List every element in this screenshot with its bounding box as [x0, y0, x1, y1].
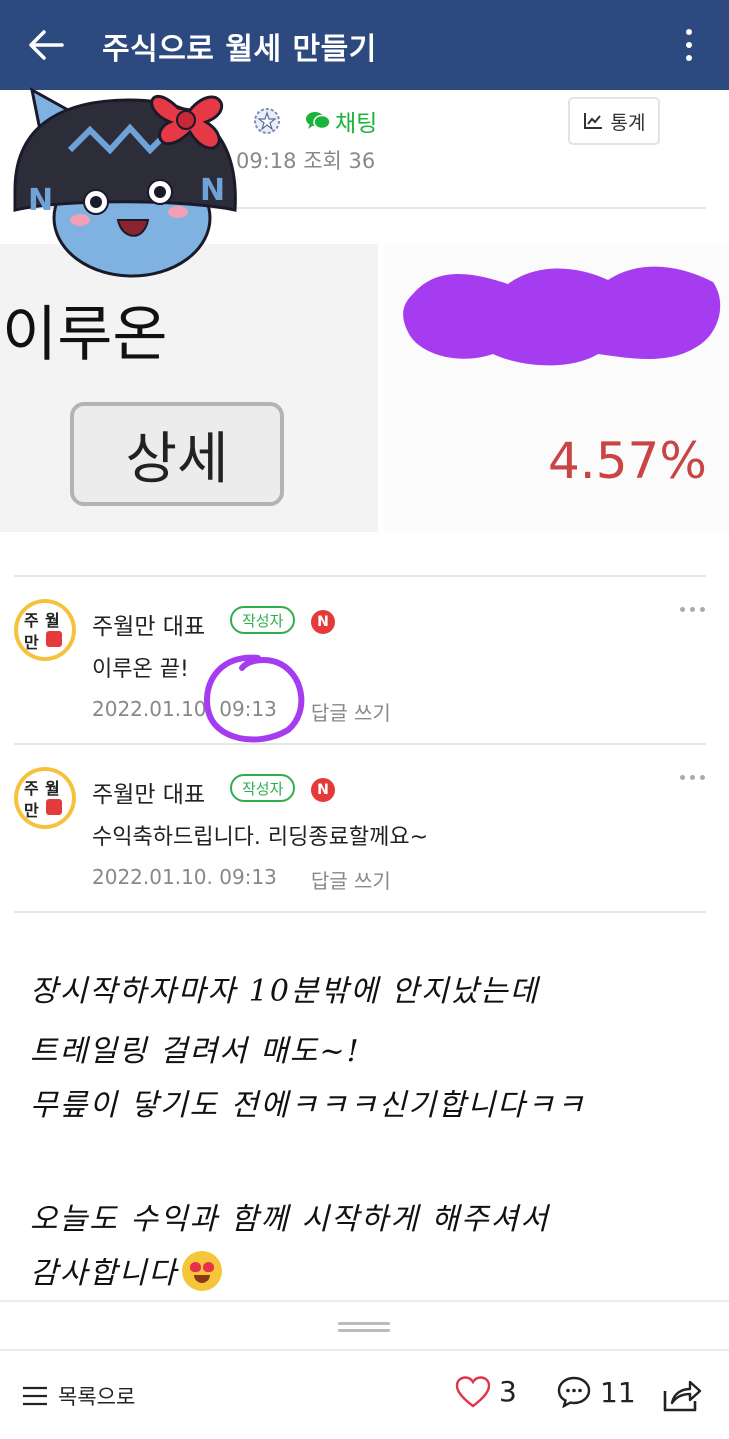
avatar[interactable]: 주 월 만 [14, 599, 76, 661]
comment-more-button[interactable] [680, 607, 705, 612]
back-button[interactable] [22, 24, 70, 66]
arrow-left-icon [29, 30, 64, 60]
note-line: 트레일링 걸려서 매도~! [30, 1034, 361, 1069]
reply-link[interactable]: 답글 쓰기 [311, 697, 391, 726]
share-button[interactable] [662, 1377, 702, 1417]
back-to-list-button[interactable]: 목록으로 [22, 1381, 135, 1411]
stats-label: 통계 [610, 111, 646, 134]
like-button[interactable]: 3 [455, 1375, 517, 1408]
chat-link[interactable]: 채팅 [305, 104, 377, 138]
chart-line-icon [583, 113, 602, 129]
comment-text: 수익축하드립니다. 리딩종료할께요~ [92, 825, 429, 850]
share-icon [663, 1380, 702, 1412]
note-line: 감사합니다 [30, 1248, 222, 1292]
comment-date: 2022.01.10. 09:13 [92, 865, 277, 889]
chat-label: 채팅 [335, 111, 378, 137]
note-line: 오늘도 수익과 함께 시작하게 해주셔서 [30, 1202, 550, 1237]
return-percent: 4.57% [548, 432, 707, 490]
reply-link[interactable]: 답글 쓰기 [311, 865, 391, 894]
comment-bubble-icon [557, 1376, 591, 1409]
divider [0, 1300, 729, 1302]
more-options-button[interactable] [679, 26, 699, 64]
comment-text: 이루온 끝! [92, 657, 189, 682]
page-title: 주식으로 월세 만들기 [102, 32, 377, 67]
writer-badge: 작성자 [230, 774, 296, 802]
note-line-text: 감사합니다 [30, 1256, 178, 1291]
comment-item: 주 월 만 주월만 대표 작성자 N 이루온 끝! 2022.01.10. 09… [0, 577, 729, 745]
menu-lines-icon [23, 1386, 47, 1406]
bottom-bar: 목록으로 3 11 [0, 1349, 729, 1439]
comment-author[interactable]: 주월만 대표 [92, 775, 205, 809]
heart-icon [455, 1375, 491, 1408]
member-grade-icon [252, 106, 282, 140]
chat-bubble-icon [306, 112, 331, 130]
comment-more-button[interactable] [680, 775, 705, 780]
comment-author[interactable]: 주월만 대표 [92, 607, 205, 641]
stats-button[interactable]: 통계 [568, 97, 660, 145]
avatar[interactable]: 주 월 만 [14, 767, 76, 829]
purple-scribble-redaction [403, 266, 721, 366]
like-count: 3 [499, 1375, 517, 1408]
post-meta: 09:18 조회 36 [236, 149, 376, 173]
list-label: 목록으로 [58, 1385, 136, 1409]
new-badge: N [311, 610, 335, 634]
heart-eyes-emoji-icon [182, 1251, 222, 1291]
purple-circle-annotation [204, 654, 305, 743]
divider [14, 911, 706, 913]
detail-button-image: 상세 [70, 402, 284, 506]
writer-badge: 작성자 [230, 606, 296, 634]
stock-name: 이루온 [2, 300, 168, 370]
svg-text:N: N [200, 173, 225, 208]
comment-button[interactable]: 11 [556, 1375, 636, 1409]
comment-meta: 2022.01.10. 09:13 답글 쓰기 [92, 865, 391, 894]
handwritten-note: 장시작하자마자 10분밖에 안지났는데 트레일링 걸려서 매도~! 무릎이 닿기… [0, 916, 729, 1300]
comment-item: 주 월 만 주월만 대표 작성자 N 수익축하드립니다. 리딩종료할께요~ 20… [0, 745, 729, 913]
svg-text:N: N [28, 183, 53, 218]
cat-sticker-avatar: N N [13, 87, 237, 278]
drag-handle[interactable] [338, 1322, 390, 1332]
new-badge: N [311, 778, 335, 802]
comment-count: 11 [600, 1375, 636, 1409]
note-line: 장시작하자마자 10분밖에 안지났는데 [30, 974, 540, 1009]
note-line: 무릎이 닿기도 전에ㅋㅋㅋ신기합니다ㅋㅋ [30, 1088, 586, 1123]
